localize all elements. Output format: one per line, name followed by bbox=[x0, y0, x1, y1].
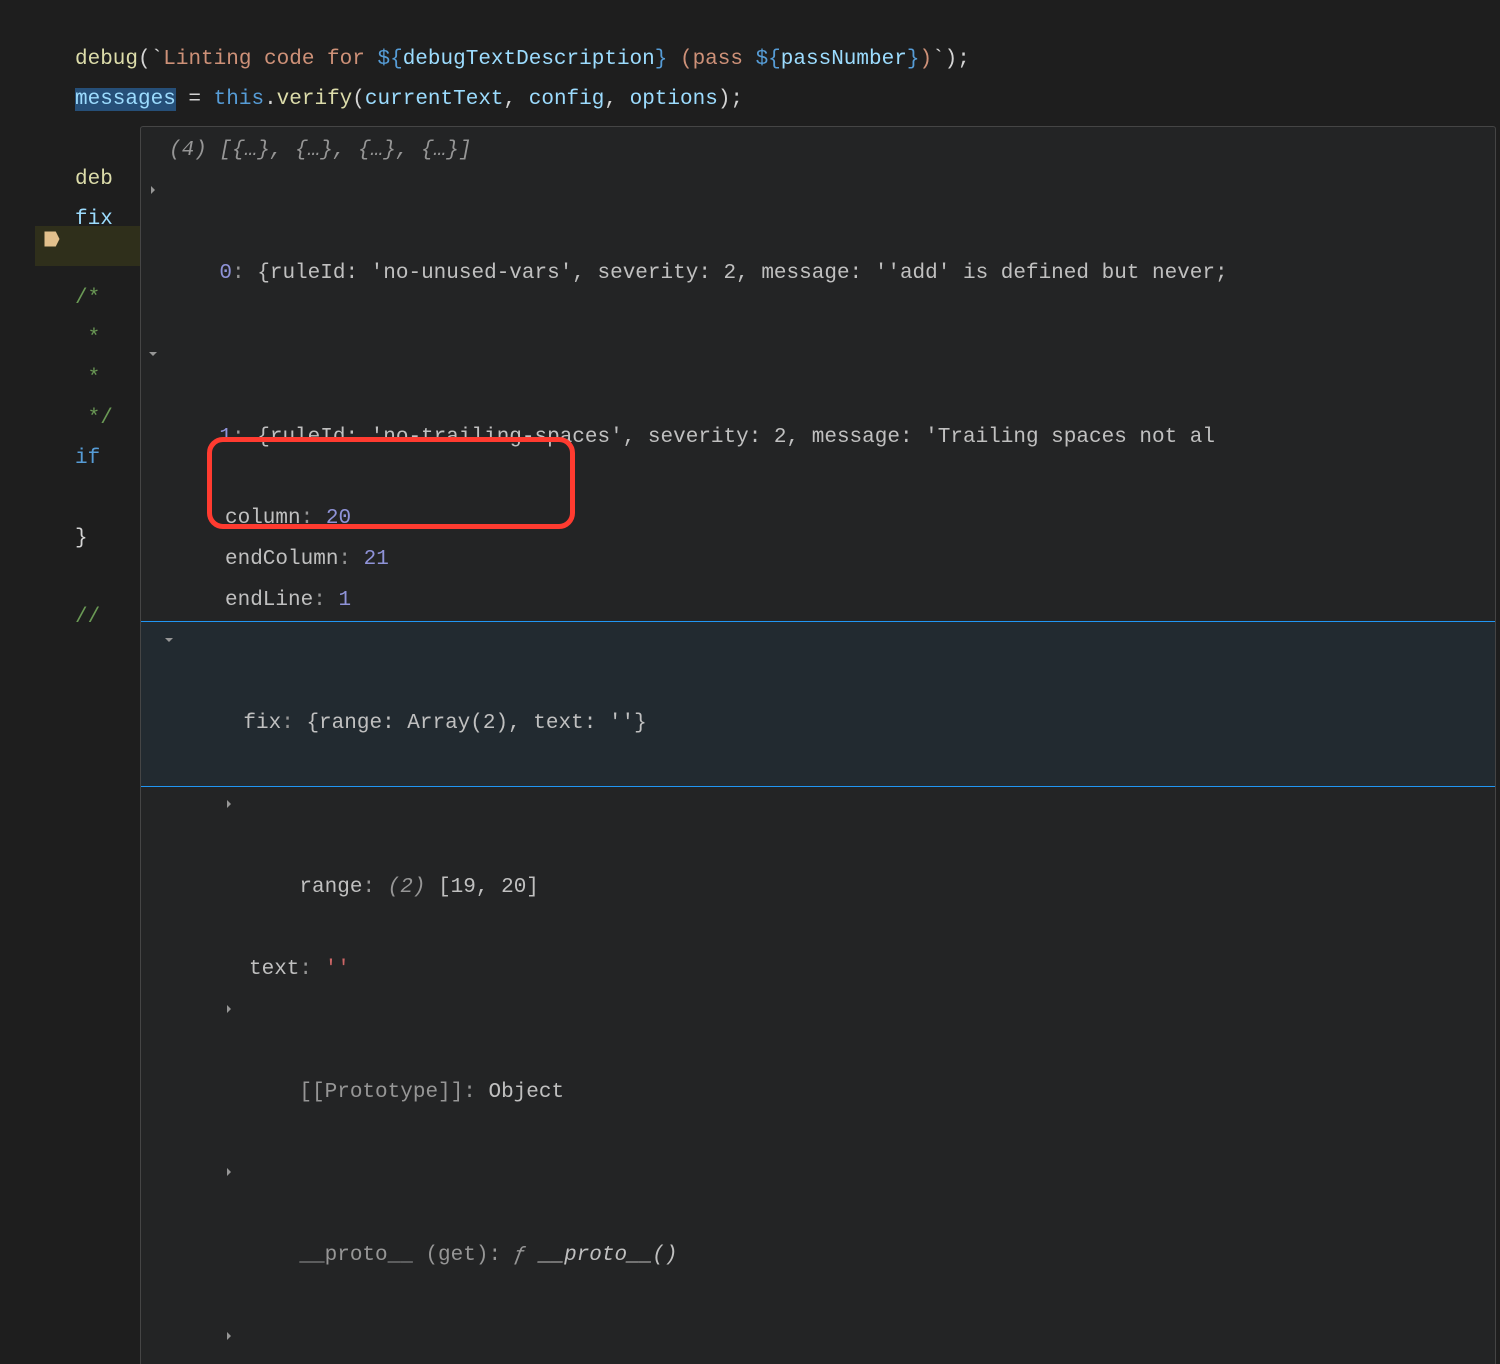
chevron-right-icon[interactable] bbox=[221, 1001, 237, 1017]
prop-proto-set[interactable]: __proto__ (set): ƒ __proto__() bbox=[141, 1318, 1495, 1364]
chevron-right-icon[interactable] bbox=[221, 796, 237, 812]
prop-prototype[interactable]: [[Prototype]]: Object bbox=[141, 991, 1495, 1155]
chevron-right-icon[interactable] bbox=[221, 1164, 237, 1180]
chevron-down-icon[interactable] bbox=[145, 346, 161, 362]
array-item-0[interactable]: 0: {ruleId: 'no-unused-vars', severity: … bbox=[141, 172, 1495, 336]
breakpoint-icon[interactable] bbox=[42, 229, 62, 249]
code-line-1: debug(`Linting code for ${debugTextDescr… bbox=[75, 40, 1500, 80]
prop-range[interactable]: range: (2) [19, 20] bbox=[141, 786, 1495, 950]
code-line-2: messages = this.verify(currentText, conf… bbox=[75, 80, 1500, 120]
prop-text[interactable]: text: '' bbox=[141, 950, 1495, 991]
prop-proto-get[interactable]: __proto__ (get): ƒ __proto__() bbox=[141, 1154, 1495, 1318]
array-summary[interactable]: (4) [{…}, {…}, {…}, {…}] bbox=[141, 131, 1495, 172]
debug-inspector-popup[interactable]: (4) [{…}, {…}, {…}, {…}] 0: {ruleId: 'no… bbox=[140, 126, 1496, 1364]
chevron-right-icon[interactable] bbox=[221, 1328, 237, 1344]
prop-column[interactable]: column: 20 bbox=[141, 499, 1495, 540]
prop-endLine[interactable]: endLine: 1 bbox=[141, 581, 1495, 622]
array-item-1[interactable]: 1: {ruleId: 'no-trailing-spaces', severi… bbox=[141, 336, 1495, 500]
prop-endColumn[interactable]: endColumn: 21 bbox=[141, 540, 1495, 581]
chevron-right-icon[interactable] bbox=[145, 182, 161, 198]
chevron-down-icon[interactable] bbox=[161, 632, 177, 648]
prop-fix[interactable]: fix: {range: Array(2), text: ''} bbox=[140, 622, 1495, 786]
